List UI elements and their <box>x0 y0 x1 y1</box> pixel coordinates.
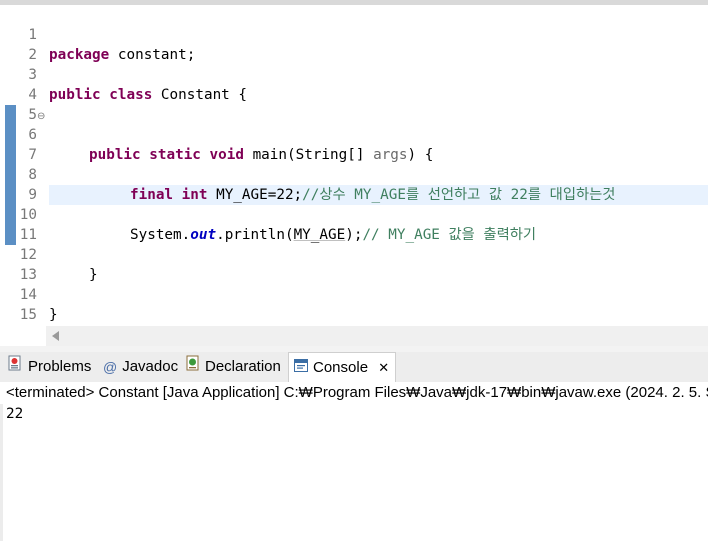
code-line-6[interactable]: 6 public static void main(String[] args)… <box>0 105 708 163</box>
code-line-1[interactable]: 1 package constant; <box>0 5 708 63</box>
code-line-4[interactable]: 4 <box>0 65 708 103</box>
tab-label: Declaration <box>205 358 281 375</box>
close-icon[interactable]: ✕ <box>378 360 389 375</box>
code-line-5[interactable]: 5 <box>0 85 708 123</box>
console-icon <box>294 353 308 383</box>
code-line-8[interactable]: 8 final int MY_AGE=22;//상수 MY_AGE를 선언하고 … <box>0 145 708 203</box>
code-line-12[interactable]: 12 } <box>0 225 708 283</box>
code-line-7[interactable]: 7 <box>0 125 708 163</box>
declaration-icon <box>186 352 200 382</box>
console-output[interactable]: 22 <box>6 404 23 424</box>
code-text: } <box>49 307 58 323</box>
code-line-13[interactable]: 13 <box>0 245 708 283</box>
code-line-9[interactable]: 9 <box>0 165 708 203</box>
tab-declaration[interactable]: Declaration <box>186 352 281 382</box>
code-editor[interactable]: 1 package constant; 2 3 public class Con… <box>0 5 708 325</box>
tab-label: Javadoc <box>122 358 179 375</box>
collapse-minus-icon[interactable]: ⊖ <box>37 111 45 122</box>
code-line-3[interactable]: 3 public class Constant { <box>0 45 708 103</box>
horizontal-scrollbar[interactable] <box>46 326 708 346</box>
tab-console[interactable]: Console ✕ <box>288 352 397 383</box>
line-number: 15 <box>19 307 37 323</box>
tab-problems[interactable]: Problems <box>8 352 91 382</box>
code-line-15[interactable]: 15 <box>0 285 708 323</box>
tab-label: Problems <box>28 358 92 375</box>
code-line-10[interactable]: 10 System.out.println(MY_AGE);// MY_AGE … <box>0 185 708 243</box>
code-line-2[interactable]: 2 <box>0 25 708 63</box>
tab-javadoc[interactable]: @ Javadoc <box>103 352 178 382</box>
javadoc-at-icon: @ <box>103 359 118 376</box>
bottom-panel-tabbar: Problems @ Javadoc Declaration Console ✕ <box>0 352 708 383</box>
tab-label: Console <box>313 359 369 376</box>
code-line-11[interactable]: 11 <box>0 205 708 243</box>
problems-icon <box>8 352 23 382</box>
panel-left-border <box>0 382 3 541</box>
console-status-header: <terminated> Constant [Java Application]… <box>0 382 708 404</box>
code-line-14[interactable]: 14 } <box>0 265 708 323</box>
scroll-left-arrow-icon[interactable] <box>52 331 59 341</box>
